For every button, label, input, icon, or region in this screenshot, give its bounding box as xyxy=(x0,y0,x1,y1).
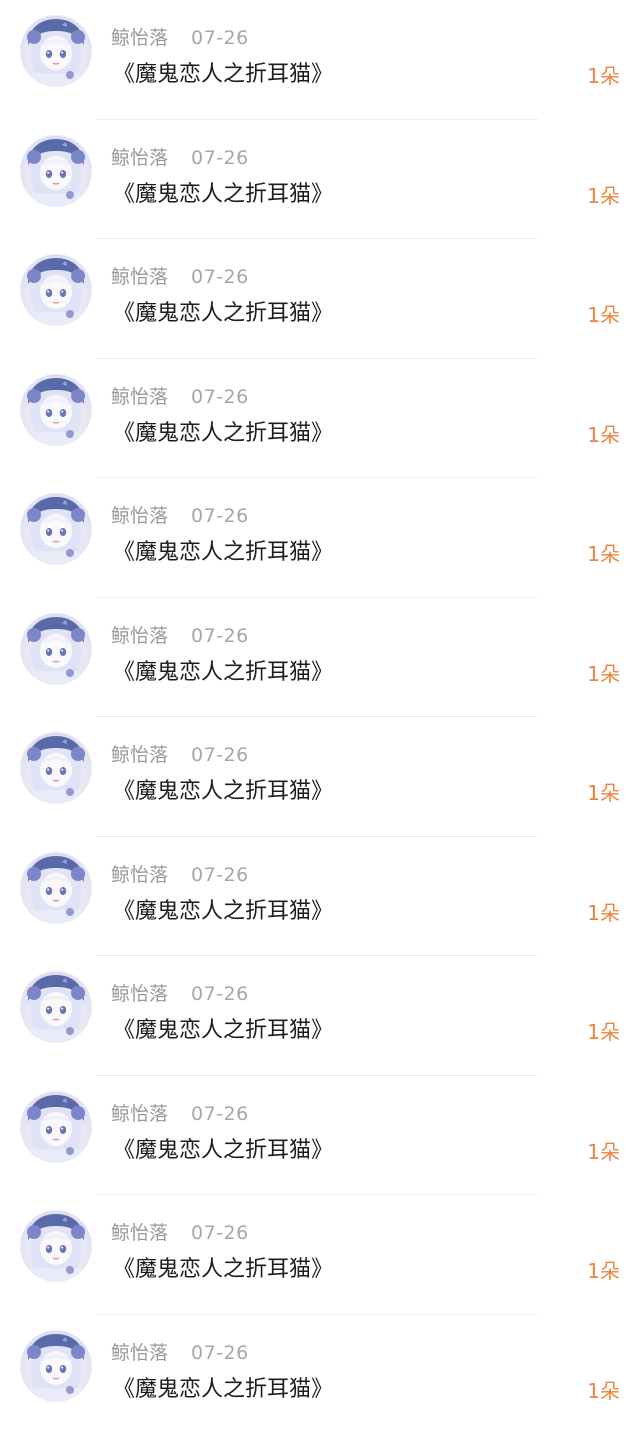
record-date: 07-26 xyxy=(191,264,249,290)
list-item[interactable]: 鲸怡落 07-26 《魔鬼恋人之折耳猫》 1朵 xyxy=(0,120,640,240)
list-item[interactable]: 鲸怡落 07-26 《魔鬼恋人之折耳猫》 1朵 xyxy=(0,478,640,598)
book-title[interactable]: 《魔鬼恋人之折耳猫》 xyxy=(113,537,333,569)
user-name[interactable]: 鲸怡落 xyxy=(111,1340,168,1366)
book-title[interactable]: 《魔鬼恋人之折耳猫》 xyxy=(113,1374,333,1406)
user-name[interactable]: 鲸怡落 xyxy=(111,742,168,768)
gift-amount: 1朵 xyxy=(587,421,620,449)
avatar[interactable] xyxy=(20,15,92,87)
list-item[interactable]: 鲸怡落 07-26 《魔鬼恋人之折耳猫》 1朵 xyxy=(0,0,640,120)
record-date: 07-26 xyxy=(191,1101,249,1127)
user-name[interactable]: 鲸怡落 xyxy=(111,623,168,649)
record-date: 07-26 xyxy=(191,1340,249,1366)
user-name[interactable]: 鲸怡落 xyxy=(111,1220,168,1246)
user-name[interactable]: 鲸怡落 xyxy=(111,981,168,1007)
list-item[interactable]: 鲸怡落 07-26 《魔鬼恋人之折耳猫》 1朵 xyxy=(0,598,640,718)
user-name[interactable]: 鲸怡落 xyxy=(111,384,168,410)
book-title[interactable]: 《魔鬼恋人之折耳猫》 xyxy=(113,896,333,928)
record-date: 07-26 xyxy=(191,623,249,649)
gift-amount: 1朵 xyxy=(587,182,620,210)
gift-amount: 1朵 xyxy=(587,779,620,807)
book-title[interactable]: 《魔鬼恋人之折耳猫》 xyxy=(113,657,333,689)
user-name[interactable]: 鲸怡落 xyxy=(111,25,168,51)
list-item[interactable]: 鲸怡落 07-26 《魔鬼恋人之折耳猫》 1朵 xyxy=(0,1195,640,1315)
avatar[interactable] xyxy=(20,971,92,1043)
book-title[interactable]: 《魔鬼恋人之折耳猫》 xyxy=(113,179,333,211)
gift-amount: 1朵 xyxy=(587,660,620,688)
avatar[interactable] xyxy=(20,1091,92,1163)
book-title[interactable]: 《魔鬼恋人之折耳猫》 xyxy=(113,776,333,808)
avatar[interactable] xyxy=(20,852,92,924)
avatar[interactable] xyxy=(20,254,92,326)
record-date: 07-26 xyxy=(191,503,249,529)
record-date: 07-26 xyxy=(191,1220,249,1246)
avatar[interactable] xyxy=(20,374,92,446)
gift-amount: 1朵 xyxy=(587,1018,620,1046)
gift-amount: 1朵 xyxy=(587,62,620,90)
record-date: 07-26 xyxy=(191,862,249,888)
record-date: 07-26 xyxy=(191,981,249,1007)
gift-amount: 1朵 xyxy=(587,1257,620,1285)
list-item[interactable]: 鲸怡落 07-26 《魔鬼恋人之折耳猫》 1朵 xyxy=(0,1315,640,1434)
list-item[interactable]: 鲸怡落 07-26 《魔鬼恋人之折耳猫》 1朵 xyxy=(0,1076,640,1196)
book-title[interactable]: 《魔鬼恋人之折耳猫》 xyxy=(113,59,333,91)
record-date: 07-26 xyxy=(191,384,249,410)
gift-amount: 1朵 xyxy=(587,540,620,568)
avatar[interactable] xyxy=(20,732,92,804)
list-item[interactable]: 鲸怡落 07-26 《魔鬼恋人之折耳猫》 1朵 xyxy=(0,359,640,479)
avatar[interactable] xyxy=(20,135,92,207)
avatar[interactable] xyxy=(20,613,92,685)
gift-amount: 1朵 xyxy=(587,899,620,927)
user-name[interactable]: 鲸怡落 xyxy=(111,1101,168,1127)
user-name[interactable]: 鲸怡落 xyxy=(111,862,168,888)
book-title[interactable]: 《魔鬼恋人之折耳猫》 xyxy=(113,1015,333,1047)
user-name[interactable]: 鲸怡落 xyxy=(111,503,168,529)
gift-amount: 1朵 xyxy=(587,1138,620,1166)
avatar[interactable] xyxy=(20,1330,92,1402)
user-name[interactable]: 鲸怡落 xyxy=(111,145,168,171)
list-item[interactable]: 鲸怡落 07-26 《魔鬼恋人之折耳猫》 1朵 xyxy=(0,956,640,1076)
list-item[interactable]: 鲸怡落 07-26 《魔鬼恋人之折耳猫》 1朵 xyxy=(0,837,640,957)
book-title[interactable]: 《魔鬼恋人之折耳猫》 xyxy=(113,1135,333,1167)
list-item[interactable]: 鲸怡落 07-26 《魔鬼恋人之折耳猫》 1朵 xyxy=(0,717,640,837)
avatar[interactable] xyxy=(20,493,92,565)
book-title[interactable]: 《魔鬼恋人之折耳猫》 xyxy=(113,298,333,330)
gift-amount: 1朵 xyxy=(587,1377,620,1405)
book-title[interactable]: 《魔鬼恋人之折耳猫》 xyxy=(113,1254,333,1286)
gift-amount: 1朵 xyxy=(587,301,620,329)
book-title[interactable]: 《魔鬼恋人之折耳猫》 xyxy=(113,418,333,450)
record-date: 07-26 xyxy=(191,742,249,768)
record-date: 07-26 xyxy=(191,145,249,171)
avatar[interactable] xyxy=(20,1210,92,1282)
record-date: 07-26 xyxy=(191,25,249,51)
user-name[interactable]: 鲸怡落 xyxy=(111,264,168,290)
list-item[interactable]: 鲸怡落 07-26 《魔鬼恋人之折耳猫》 1朵 xyxy=(0,239,640,359)
